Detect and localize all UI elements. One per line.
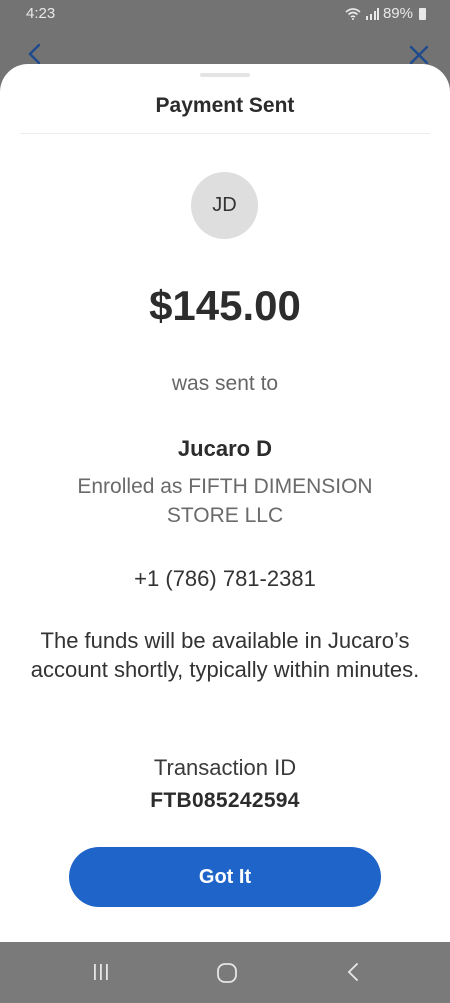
avatar-initials: JD (212, 194, 237, 216)
drag-handle[interactable] (200, 73, 250, 77)
chevron-left-icon[interactable] (24, 42, 46, 66)
recipient-phone: +1 (786) 781-2381 (134, 566, 316, 591)
system-navigation-bar (0, 942, 450, 1003)
payment-sent-sheet: Payment Sent JD $145.00 was sent to Juca… (0, 64, 450, 942)
back-icon[interactable] (345, 961, 361, 983)
battery-icon (419, 7, 426, 20)
status-time: 4:23 (26, 5, 56, 22)
transaction-id-label: Transaction ID (153, 755, 297, 780)
status-bar: 4:23 89% (0, 0, 450, 30)
close-icon[interactable] (408, 44, 430, 66)
signal-icon (365, 7, 379, 20)
enrolled-as-text: Enrolled as FIFTH DIMENSION STORE LLC (77, 475, 373, 527)
funds-availability-note: The funds will be available in Jucaro’s … (30, 628, 420, 682)
avatar: JD (191, 172, 258, 239)
divider (20, 133, 430, 134)
payment-amount: $145.00 (149, 282, 301, 329)
got-it-button[interactable]: Got It (69, 847, 381, 907)
battery-percentage: 89% (382, 5, 413, 22)
recipient-name: Jucaro D (177, 436, 273, 461)
wifi-icon (345, 7, 361, 20)
transaction-id-value: FTB085242594 (150, 789, 300, 812)
status-icons: 89% (345, 5, 426, 22)
home-icon[interactable] (216, 962, 238, 984)
sent-to-label: was sent to (171, 372, 279, 395)
sheet-title: Payment Sent (155, 94, 295, 117)
recent-apps-icon[interactable] (91, 962, 111, 982)
